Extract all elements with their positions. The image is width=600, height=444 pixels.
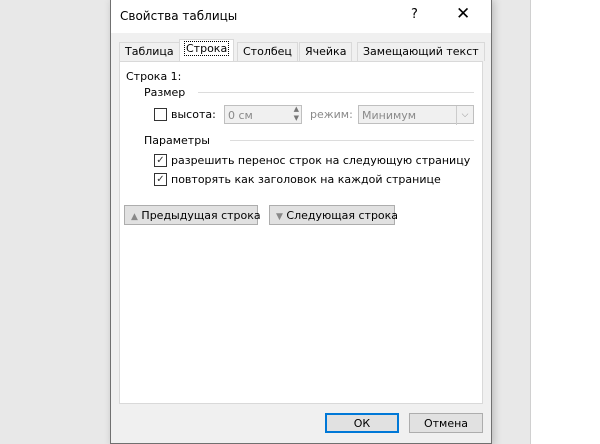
dialog-title: Свойства таблицы: [120, 9, 238, 23]
divider: [198, 92, 474, 93]
triangle-up-icon: ▲: [131, 212, 138, 222]
mode-select[interactable]: Минимум ⌵: [358, 105, 474, 125]
tab-column[interactable]: Столбец: [237, 42, 298, 61]
table-properties-dialog: Свойства таблицы ? ✕ Таблица Строка Стол…: [110, 0, 492, 444]
mode-label: режим:: [310, 108, 353, 121]
height-label: высота:: [171, 108, 216, 121]
repeat-header-label: повторять как заголовок на каждой страни…: [171, 173, 441, 186]
close-button[interactable]: ✕: [456, 4, 470, 24]
next-row-button[interactable]: ▼ Следующая строка: [269, 205, 399, 225]
height-value: 0 см: [228, 109, 253, 122]
height-input[interactable]: 0 см ▲ ▼: [224, 105, 302, 124]
divider: [230, 140, 474, 141]
next-row-label: Следующая строка: [286, 209, 399, 222]
size-group-label: Размер: [144, 86, 186, 99]
height-checkbox[interactable]: [154, 108, 167, 121]
allow-break-checkbox[interactable]: ✓: [154, 154, 167, 167]
title-bar: Свойства таблицы ? ✕: [111, 0, 491, 33]
allow-break-label: разрешить перенос строк на следующую стр…: [171, 154, 471, 167]
tab-alt-text[interactable]: Замещающий текст: [357, 42, 485, 61]
document-background: [530, 0, 600, 444]
tab-row-label: Строка: [183, 41, 230, 56]
help-button[interactable]: ?: [411, 7, 418, 22]
params-group-label: Параметры: [144, 134, 210, 147]
previous-row-label: Предыдущая строка: [141, 209, 261, 222]
tab-table[interactable]: Таблица: [119, 42, 180, 61]
mode-value: Минимум: [362, 109, 417, 122]
row-label: Строка 1:: [126, 70, 182, 83]
ok-button[interactable]: ОК: [325, 413, 399, 433]
previous-row-button[interactable]: ▲ Предыдущая строка: [124, 205, 261, 225]
spinner-icon[interactable]: ▲ ▼: [294, 105, 299, 123]
triangle-down-icon: ▼: [276, 212, 283, 222]
cancel-button[interactable]: Отмена: [409, 413, 483, 433]
repeat-header-checkbox[interactable]: ✓: [154, 173, 167, 186]
tab-row[interactable]: Строка: [179, 39, 235, 62]
row-panel: Строка 1: Размер высота: 0 см ▲ ▼ режим: М…: [119, 61, 483, 404]
chevron-down-icon: ⌵: [456, 106, 473, 125]
tab-cell[interactable]: Ячейка: [299, 42, 353, 61]
